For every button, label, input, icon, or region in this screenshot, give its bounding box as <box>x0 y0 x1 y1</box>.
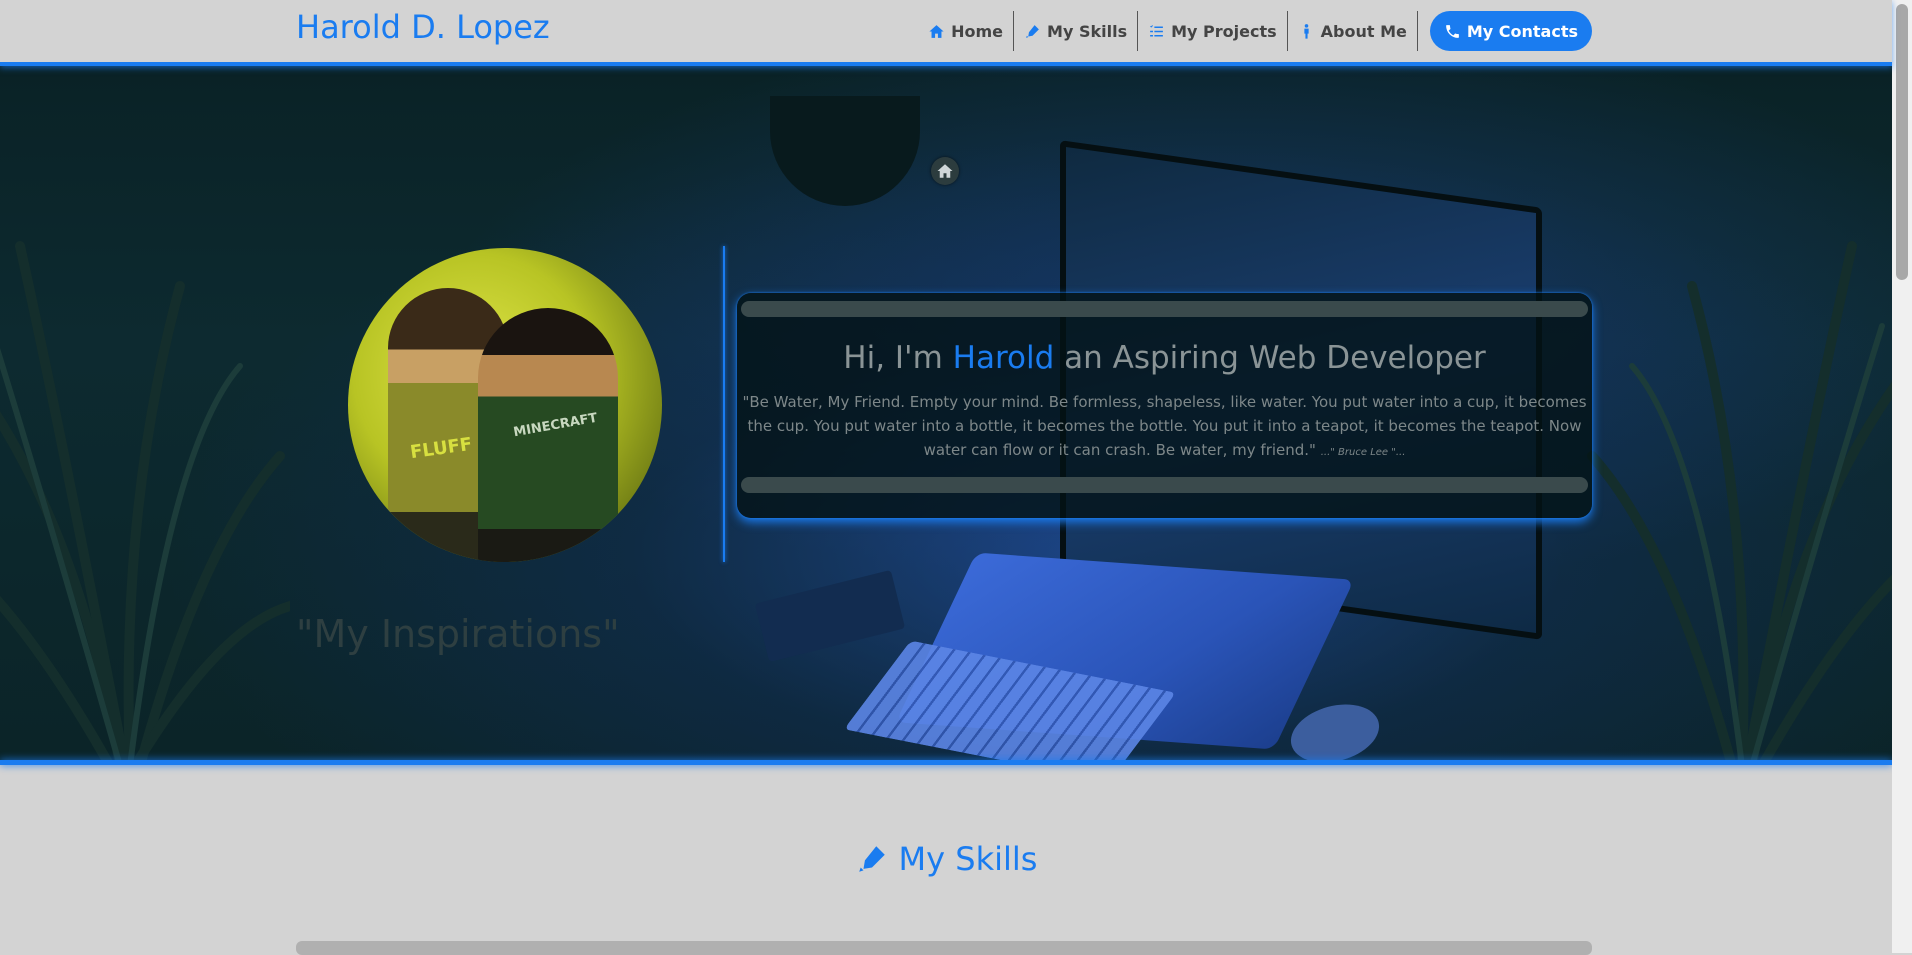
hero-bottom-border <box>0 760 1892 765</box>
skills-section-heading: My Skills <box>0 840 1892 878</box>
plant-decoration-right <box>1587 241 1892 760</box>
home-icon <box>929 24 944 38</box>
vertical-divider <box>723 246 725 562</box>
brand-name[interactable]: Harold D. Lopez <box>296 8 550 46</box>
card-top-bar <box>741 301 1588 317</box>
lamp-decoration <box>770 96 920 206</box>
photo-person-right <box>478 308 618 562</box>
person-icon <box>1304 23 1309 39</box>
inspirations-heading: "My Inspirations" <box>296 612 620 656</box>
nav-contacts-label: My Contacts <box>1466 21 1578 41</box>
mouse-decoration <box>1284 695 1386 760</box>
profile-photo: FLUFF MINECRAFT <box>348 248 662 562</box>
hero-section: FLUFF MINECRAFT Hi, I'm Harold an Aspiri… <box>0 66 1892 760</box>
page-scrollbar[interactable] <box>1892 0 1912 953</box>
nav-skills[interactable]: My Skills <box>1014 11 1139 51</box>
pen-icon <box>1026 24 1039 38</box>
nav-contacts-button[interactable]: My Contacts <box>1429 11 1592 51</box>
intro-heading-suffix: an Aspiring Web Developer <box>1054 340 1486 376</box>
intro-heading-name: Harold <box>952 340 1055 376</box>
nav-skills-label: My Skills <box>1047 21 1128 41</box>
pen-icon <box>858 846 885 872</box>
nav-projects-label: My Projects <box>1171 21 1277 41</box>
nav-projects[interactable]: My Projects <box>1138 11 1288 51</box>
nav-about-label: About Me <box>1320 21 1407 41</box>
home-icon[interactable] <box>931 157 959 185</box>
nav-home[interactable]: Home <box>918 11 1015 51</box>
intro-quote: "Be Water, My Friend. Empty your mind. B… <box>741 390 1588 465</box>
nav-about[interactable]: About Me <box>1288 11 1418 51</box>
phone-icon <box>1445 24 1459 38</box>
top-navbar: Harold D. Lopez Home My Skills My Projec… <box>0 0 1892 66</box>
scrollbar-thumb[interactable] <box>1896 4 1908 280</box>
nav-home-label: Home <box>951 21 1004 41</box>
intro-heading-prefix: Hi, I'm <box>843 340 953 376</box>
intro-card: Hi, I'm Harold an Aspiring Web Developer… <box>737 293 1592 518</box>
card-bottom-bar <box>741 477 1588 493</box>
quote-author: ..." Bruce Lee "... <box>1320 447 1406 458</box>
notebook-decoration <box>754 569 906 663</box>
intro-heading: Hi, I'm Harold an Aspiring Web Developer <box>737 340 1592 376</box>
plant-decoration-left <box>0 241 290 760</box>
skills-section-title: My Skills <box>898 840 1038 878</box>
main-nav: Home My Skills My Projects About Me My C… <box>918 11 1592 51</box>
quote-text: "Be Water, My Friend. Empty your mind. B… <box>742 393 1587 459</box>
list-check-icon <box>1150 24 1163 36</box>
